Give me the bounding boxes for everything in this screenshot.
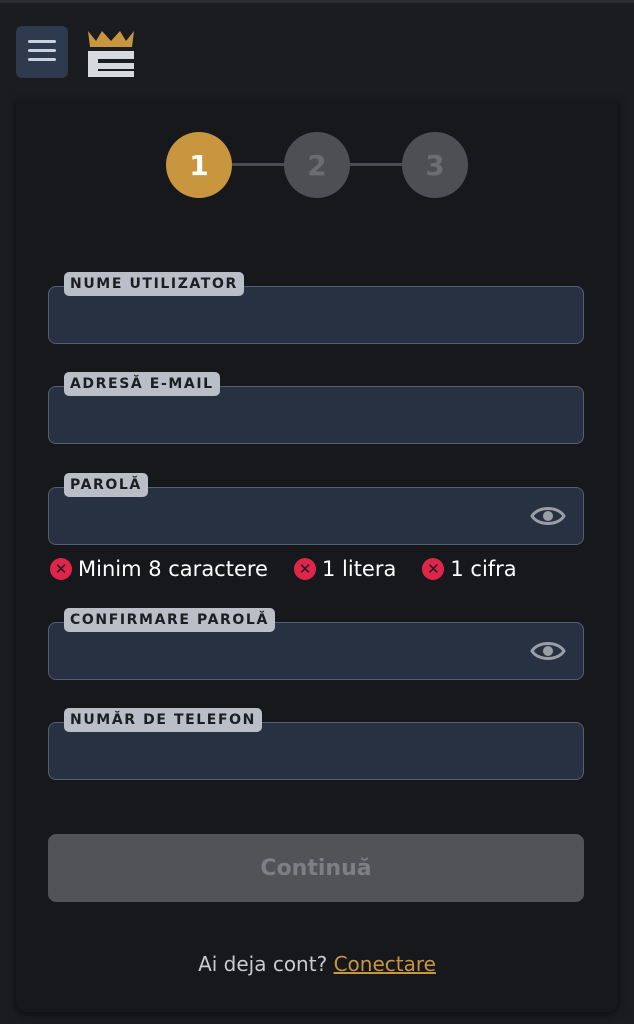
rule-min-length: ✕ Minim 8 caractere (50, 557, 268, 581)
email-field: ADRESĂ E-MAIL (48, 372, 584, 444)
eye-icon[interactable] (530, 637, 566, 665)
hamburger-menu-icon[interactable] (16, 26, 68, 78)
have-account-text: Ai deja cont? (198, 952, 328, 976)
error-x-icon: ✕ (422, 558, 445, 580)
step-connector (350, 163, 404, 166)
step-3: 3 (402, 132, 468, 198)
login-link[interactable]: Conectare (334, 952, 436, 976)
step-1: 1 (166, 132, 232, 198)
step-connector (232, 163, 286, 166)
registration-card: 1 2 3 NUME UTILIZATOR ADRESĂ E-MAIL PARO… (16, 100, 618, 1012)
rule-letter: ✕ 1 litera (293, 557, 397, 581)
password-label: PAROLĂ (64, 473, 148, 497)
continue-button[interactable]: Continuă (48, 834, 584, 902)
password-rules: ✕ Minim 8 caractere ✕ 1 litera ✕ 1 cifra (50, 556, 543, 582)
username-label: NUME UTILIZATOR (64, 272, 244, 296)
email-label: ADRESĂ E-MAIL (64, 372, 220, 396)
rule-digit: ✕ 1 cifra (422, 557, 517, 581)
login-prompt: Ai deja cont? Conectare (16, 952, 618, 976)
confirm-password-field: CONFIRMARE PAROLĂ (48, 608, 584, 680)
stepper: 1 2 3 (166, 132, 468, 198)
error-x-icon: ✕ (293, 558, 316, 580)
app-header (0, 3, 634, 100)
step-2: 2 (284, 132, 350, 198)
error-x-icon: ✕ (50, 558, 72, 580)
rule-text: Minim 8 caractere (78, 557, 268, 581)
rule-text: 1 cifra (450, 557, 517, 581)
phone-label: NUMĂR DE TELEFON (64, 708, 262, 732)
username-field: NUME UTILIZATOR (48, 272, 584, 344)
eye-icon[interactable] (530, 502, 566, 530)
confirm-password-label: CONFIRMARE PAROLĂ (64, 608, 275, 632)
password-field: PAROLĂ (48, 473, 584, 545)
logo-icon[interactable] (84, 27, 138, 81)
rule-text: 1 litera (321, 557, 397, 581)
phone-field: NUMĂR DE TELEFON (48, 708, 584, 780)
